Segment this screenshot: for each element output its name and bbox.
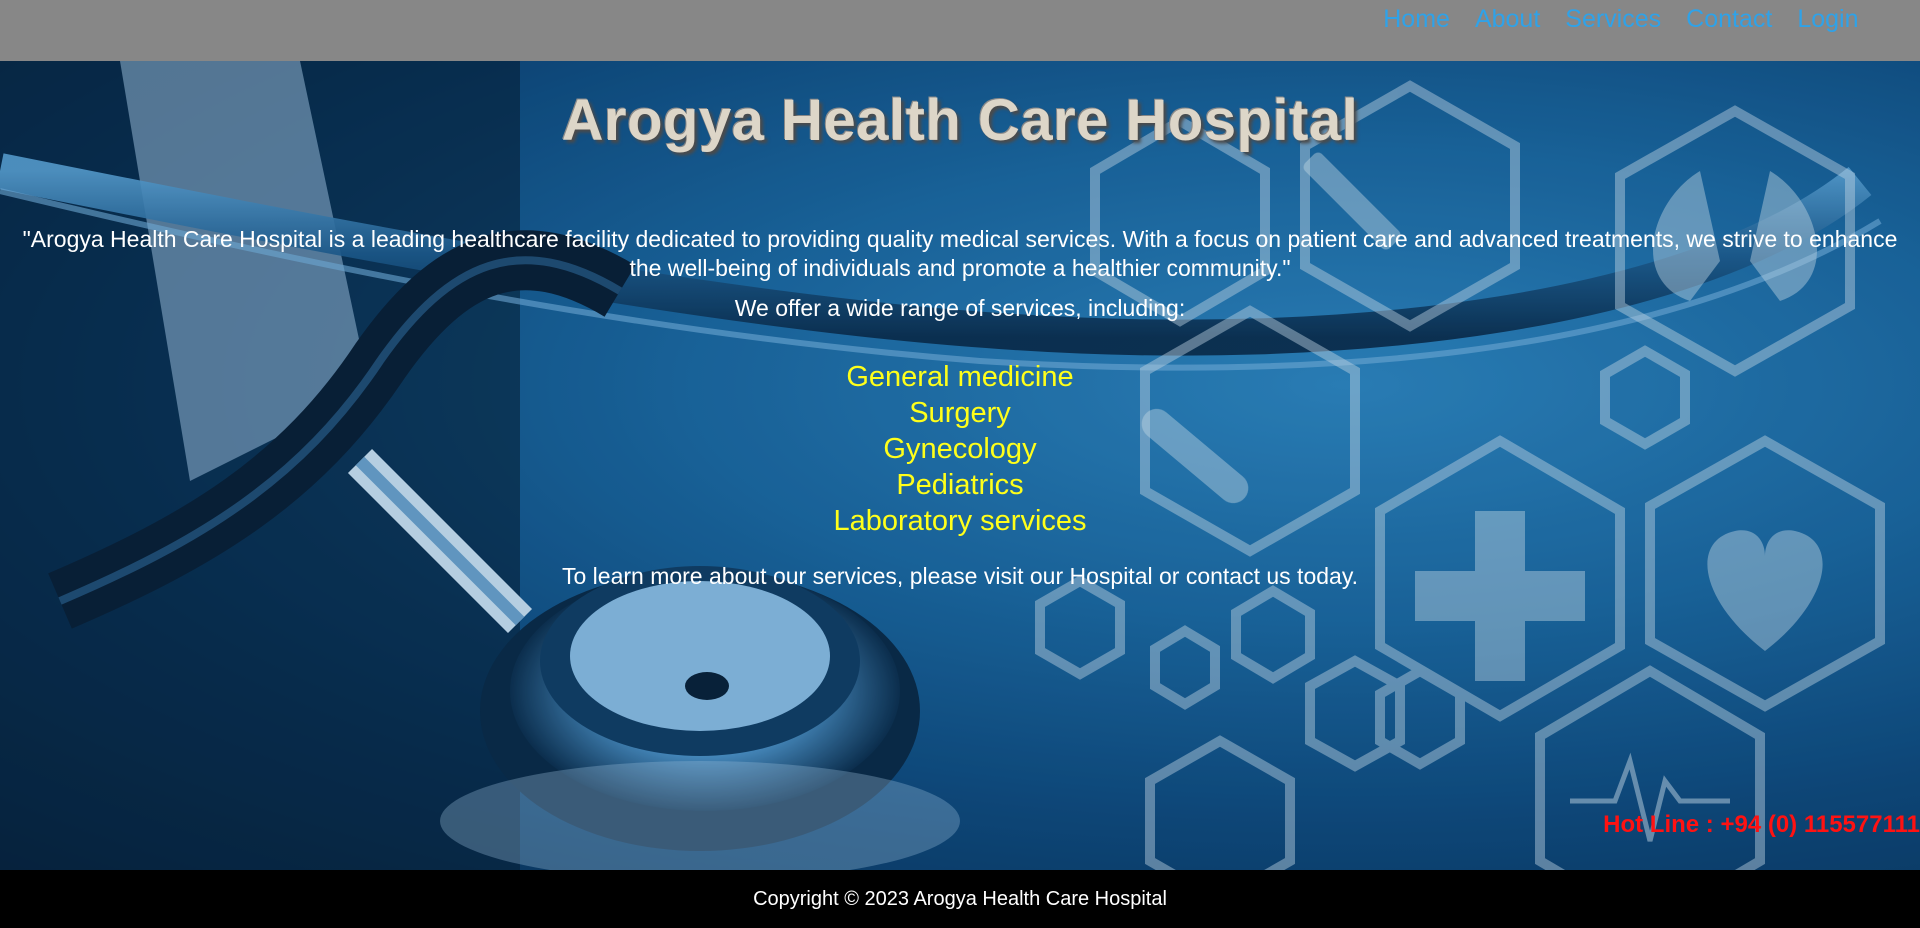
services-list: General medicine Surgery Gynecology Pedi… (0, 359, 1920, 539)
hotline-text: Hot Line : +94 (0) 115577111 (1603, 811, 1920, 838)
service-item: General medicine (846, 361, 1074, 393)
hero-section: Arogya Health Care Hospital "Arogya Heal… (0, 61, 1920, 870)
nav-contact-link[interactable]: Contact (1674, 4, 1785, 34)
contact-cta-text: To learn more about our services, please… (561, 563, 1358, 589)
service-item: Gynecology (883, 433, 1037, 465)
hospital-description: "Arogya Health Care Hospital is a leadin… (22, 226, 1898, 281)
nav-home-link[interactable]: Home (1371, 4, 1463, 34)
footer: Copyright © 2023 Arogya Health Care Hosp… (0, 870, 1920, 928)
service-item: Surgery (909, 397, 1011, 429)
main-nav: Home About Services Contact Login (1371, 4, 1871, 34)
service-item: Pediatrics (896, 469, 1024, 501)
copyright-text: Copyright © 2023 Arogya Health Care Hosp… (753, 888, 1167, 910)
page-title: Arogya Health Care Hospital (561, 88, 1359, 153)
service-item: Laboratory services (833, 505, 1087, 537)
nav-login-link[interactable]: Login (1785, 4, 1871, 34)
nav-services-link[interactable]: Services (1553, 4, 1674, 34)
top-navbar: Home About Services Contact Login (0, 0, 1920, 61)
nav-about-link[interactable]: About (1462, 4, 1552, 34)
services-intro: We offer a wide range of services, inclu… (734, 295, 1186, 321)
